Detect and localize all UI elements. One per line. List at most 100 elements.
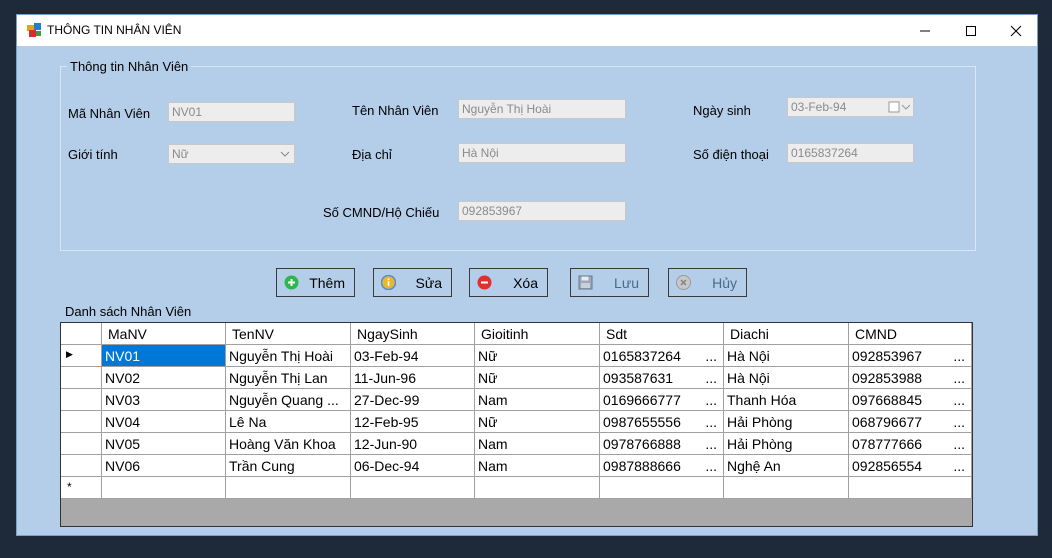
add-button[interactable]: Thêm <box>276 268 355 297</box>
column-header[interactable]: Sdt <box>600 323 724 345</box>
table-cell[interactable]: Trần Cung <box>226 455 351 477</box>
sdt-field[interactable]: 0165837264 <box>787 143 914 163</box>
save-button[interactable]: Lưu <box>570 268 649 297</box>
table-cell[interactable]: NV01 <box>102 345 226 367</box>
table-cell[interactable]: 093587631... <box>600 367 724 389</box>
cell-text: Nguyễn Thị Lan <box>229 370 328 386</box>
row-header[interactable] <box>61 455 102 477</box>
table-cell[interactable]: Hải Phòng <box>724 433 849 455</box>
table-cell[interactable]: Nguyễn Thị Lan <box>226 367 351 389</box>
table-cell[interactable] <box>102 477 226 499</box>
table-cell[interactable]: NV02 <box>102 367 226 389</box>
table-cell[interactable]: NV04 <box>102 411 226 433</box>
grid-header-row[interactable]: MaNV TenNV NgaySinh Gioitinh Sdt Diachi CMND <box>61 323 972 345</box>
table-row[interactable]: NV06 Trần Cung 06-Dec-94 Nam 0987888666... Ng… <box>61 455 972 477</box>
table-cell[interactable]: NV06 <box>102 455 226 477</box>
table-cell[interactable]: 092853967... <box>849 345 972 367</box>
maximize-button[interactable] <box>948 15 994 46</box>
table-row[interactable]: NV03 Nguyễn Quang ... 27-Dec-99 Nam 01696667… <box>61 389 972 411</box>
table-cell[interactable]: Hải Phòng <box>724 411 849 433</box>
employee-grid[interactable]: MaNV TenNV NgaySinh Gioitinh Sdt Diachi CMND ▶ N… <box>60 322 973 527</box>
cmnd-field[interactable]: 092853967 <box>458 201 626 221</box>
table-cell[interactable]: Hà Nội <box>724 345 849 367</box>
table-cell[interactable]: Lê Na <box>226 411 351 433</box>
table-cell[interactable]: 0987655556... <box>600 411 724 433</box>
new-row-header[interactable]: * <box>61 477 102 499</box>
table-cell[interactable] <box>849 477 972 499</box>
ngaysinh-datepicker[interactable]: 03-Feb-94 <box>787 97 914 117</box>
table-cell[interactable]: 0987888666... <box>600 455 724 477</box>
diachi-field[interactable]: Hà Nội <box>458 143 626 163</box>
cell-text: 12-Jun-90 <box>354 436 418 452</box>
row-header[interactable] <box>61 367 102 389</box>
table-cell[interactable]: Nghệ An <box>724 455 849 477</box>
table-cell[interactable] <box>226 477 351 499</box>
table-cell[interactable]: NV05 <box>102 433 226 455</box>
table-cell[interactable]: 097668845... <box>849 389 972 411</box>
column-header[interactable]: MaNV <box>102 323 226 345</box>
delete-button[interactable]: Xóa <box>469 268 548 297</box>
table-cell[interactable]: Nam <box>475 455 600 477</box>
column-header[interactable]: TenNV <box>226 323 351 345</box>
table-cell[interactable]: Nguyễn Thị Hoài <box>226 345 351 367</box>
row-header[interactable] <box>61 389 102 411</box>
table-cell[interactable]: Nam <box>475 389 600 411</box>
cell-ellipsis: ... <box>705 392 717 408</box>
table-cell[interactable]: 12-Jun-90 <box>351 433 475 455</box>
table-cell[interactable]: Nữ <box>475 345 600 367</box>
table-row[interactable]: NV02 Nguyễn Thị Lan 11-Jun-96 Nữ 093587631..… <box>61 367 972 389</box>
table-cell[interactable]: 0169666777... <box>600 389 724 411</box>
row-header[interactable]: ▶ <box>61 345 102 367</box>
table-row[interactable]: NV04 Lê Na 12-Feb-95 Nữ 0987655556... Hải Phò… <box>61 411 972 433</box>
table-cell[interactable]: 03-Feb-94 <box>351 345 475 367</box>
table-cell[interactable] <box>351 477 475 499</box>
column-header[interactable]: NgaySinh <box>351 323 475 345</box>
cell-text: Nữ <box>478 414 498 430</box>
minimize-button[interactable] <box>902 15 948 46</box>
table-cell[interactable]: Nguyễn Quang ... <box>226 389 351 411</box>
column-header[interactable]: Diachi <box>724 323 849 345</box>
gioitinh-label: Giới tính <box>68 147 118 162</box>
gioitinh-select[interactable]: Nữ <box>168 144 295 164</box>
table-cell[interactable]: Thanh Hóa <box>724 389 849 411</box>
new-row-marker: * <box>67 480 72 494</box>
table-cell[interactable]: 27-Dec-99 <box>351 389 475 411</box>
ma-field[interactable]: NV01 <box>168 102 295 122</box>
title-bar: THÔNG TIN NHÂN VIÊN <box>17 15 1037 46</box>
close-button[interactable] <box>993 15 1037 46</box>
table-cell[interactable]: 078777666... <box>849 433 972 455</box>
table-row[interactable]: ▶ NV01 Nguyễn Thị Hoài 03-Feb-94 Nữ 016583726… <box>61 345 972 367</box>
table-cell[interactable]: 068796677... <box>849 411 972 433</box>
table-cell[interactable] <box>475 477 600 499</box>
minus-icon <box>477 275 492 290</box>
cell-text: Lê Na <box>229 414 267 430</box>
row-header[interactable] <box>61 411 102 433</box>
ten-field[interactable]: Nguyễn Thị Hoài <box>458 99 626 119</box>
plus-icon <box>284 275 299 290</box>
edit-button[interactable]: Sửa <box>373 268 452 297</box>
cell-text: 068796677 <box>852 414 923 430</box>
table-cell[interactable]: 0978766888... <box>600 433 724 455</box>
table-cell[interactable]: Nữ <box>475 367 600 389</box>
table-cell[interactable]: 06-Dec-94 <box>351 455 475 477</box>
table-cell[interactable]: 092856554... <box>849 455 972 477</box>
new-row[interactable]: * <box>61 477 972 499</box>
table-cell[interactable]: 11-Jun-96 <box>351 367 475 389</box>
table-cell[interactable] <box>600 477 724 499</box>
table-cell[interactable]: Nam <box>475 433 600 455</box>
column-header[interactable]: CMND <box>849 323 972 345</box>
column-header[interactable]: Gioitinh <box>475 323 600 345</box>
cell-text: 06-Dec-94 <box>354 458 420 474</box>
table-cell[interactable]: Hoàng Văn Khoa <box>226 433 351 455</box>
ma-label: Mã Nhân Viên <box>68 106 151 121</box>
table-cell[interactable]: Nữ <box>475 411 600 433</box>
table-cell[interactable]: NV03 <box>102 389 226 411</box>
table-cell[interactable] <box>724 477 849 499</box>
table-cell[interactable]: Hà Nội <box>724 367 849 389</box>
table-cell[interactable]: 0165837264... <box>600 345 724 367</box>
table-cell[interactable]: 12-Feb-95 <box>351 411 475 433</box>
table-cell[interactable]: 092853988... <box>849 367 972 389</box>
table-row[interactable]: NV05 Hoàng Văn Khoa 12-Jun-90 Nam 0978766888… <box>61 433 972 455</box>
row-header[interactable] <box>61 433 102 455</box>
cancel-button[interactable]: Hủy <box>668 268 747 297</box>
